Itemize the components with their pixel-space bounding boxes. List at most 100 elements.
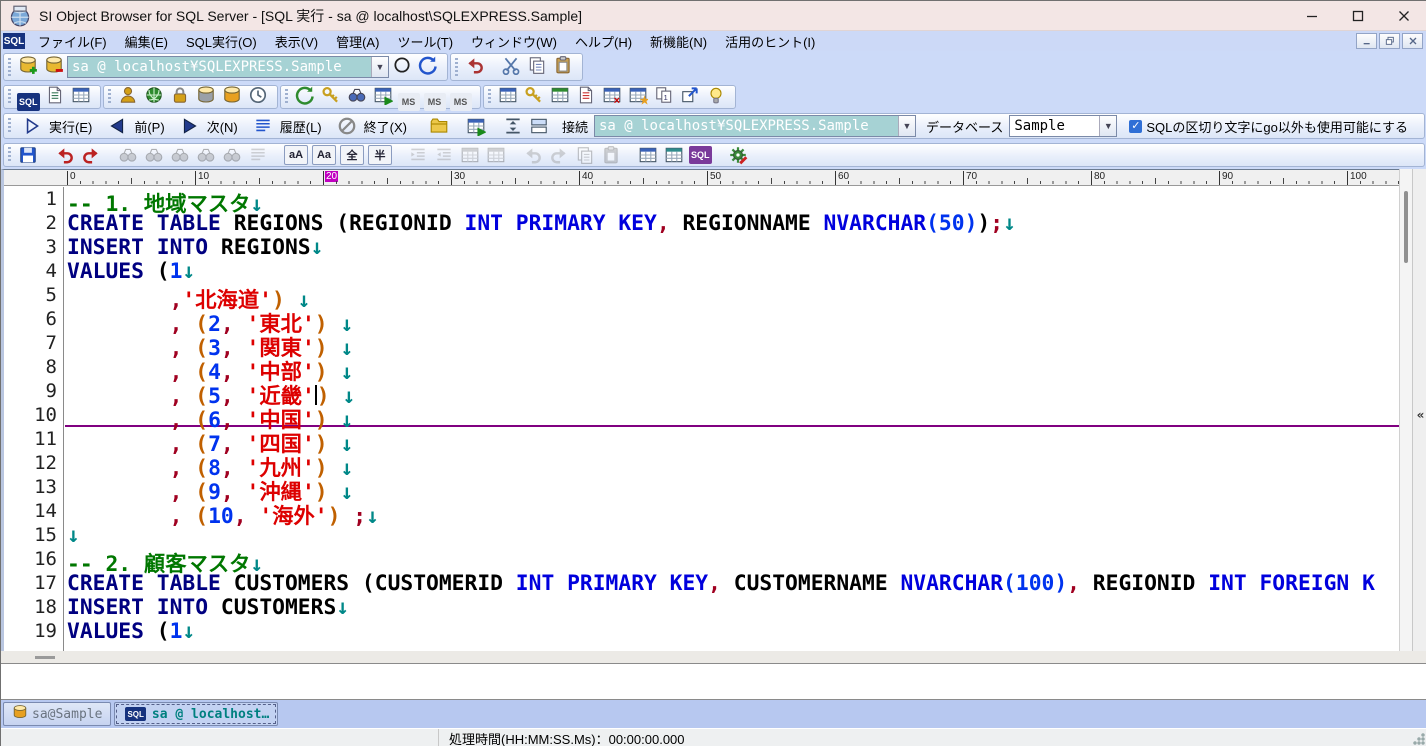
mdi-restore-button[interactable] (1379, 33, 1400, 49)
horizontal-splitter[interactable] (1, 651, 1426, 663)
tablespace-icon[interactable] (221, 84, 243, 106)
chevron-down-icon[interactable]: ▼ (1099, 116, 1116, 136)
next-button-icon[interactable] (179, 115, 201, 137)
user-management-icon[interactable] (117, 84, 139, 106)
history-button-icon[interactable] (252, 115, 274, 137)
ms-profiler-icon[interactable]: MS (450, 93, 472, 111)
to-zenkaku-button[interactable]: 全 (340, 145, 364, 165)
ms-query-analyzer-icon[interactable]: MS (398, 93, 420, 111)
minimize-button[interactable] (1289, 1, 1335, 31)
select-redo-icon[interactable] (548, 144, 570, 166)
shortcut-icon[interactable] (679, 84, 701, 106)
undo-icon[interactable] (54, 144, 76, 166)
sql-window-icon[interactable]: SQL (17, 93, 40, 111)
select-paste-icon[interactable] (600, 144, 622, 166)
execute-to-grid-icon[interactable]: ▶ (465, 115, 487, 137)
redo-icon[interactable] (80, 144, 102, 166)
resize-grip[interactable] (1412, 732, 1425, 745)
menu-item[interactable]: 新機能(N) (641, 33, 716, 52)
table-maintenance-icon[interactable] (549, 84, 571, 106)
chevron-down-icon[interactable]: ▼ (898, 116, 915, 136)
menu-item[interactable]: 管理(A) (327, 33, 388, 52)
connection-combobox[interactable]: sa @ localhost¥SQLEXPRESS.Sample ▼ (67, 56, 389, 78)
vertical-scrollbar[interactable] (1399, 169, 1412, 651)
data-display-icon[interactable] (497, 84, 519, 106)
find-prev-icon[interactable] (169, 144, 191, 166)
primary-key-icon[interactable] (523, 84, 545, 106)
table-drop-icon[interactable]: × (601, 84, 623, 106)
role-management-icon[interactable] (143, 84, 165, 106)
cut-icon[interactable] (500, 54, 522, 76)
split-window-icon[interactable] (528, 115, 550, 137)
to-uppercase-button[interactable]: aA (284, 145, 308, 165)
connect-database-icon[interactable] (17, 54, 39, 76)
session-combobox[interactable]: sa @ localhost¥SQLEXPRESS.Sample ▼ (594, 115, 916, 137)
database-combobox[interactable]: Sample ▼ (1009, 115, 1117, 137)
menu-item[interactable]: ウィンドウ(W) (462, 33, 566, 52)
copy-object-icon[interactable]: 1 (653, 84, 675, 106)
menu-item[interactable]: SQL実行(O) (177, 33, 266, 52)
delimiter-checkbox[interactable]: ✓ (1129, 120, 1142, 133)
paste-icon[interactable] (552, 54, 574, 76)
chevron-down-icon[interactable]: ▼ (371, 57, 388, 77)
end-button[interactable]: 終了(X) (330, 115, 415, 137)
undo-input-icon[interactable] (464, 54, 486, 76)
to-hankaku-button[interactable]: 半 (368, 145, 392, 165)
sql-format-icon[interactable] (637, 144, 659, 166)
menu-item[interactable]: ヘルプ(H) (566, 33, 641, 52)
reconnect-icon[interactable] (417, 54, 439, 76)
goto-line-icon[interactable] (247, 144, 269, 166)
object-list-window-icon[interactable] (70, 84, 92, 106)
script-window-icon[interactable] (44, 84, 66, 106)
table-transfer-icon[interactable]: ▶ (372, 84, 394, 106)
job-scheduler-icon[interactable] (247, 84, 269, 106)
window-tab-2[interactable]: SQLsa @ localhost… (114, 702, 278, 726)
editor-settings-icon[interactable] (727, 144, 749, 166)
menu-item[interactable]: 活用のヒント(I) (716, 33, 824, 52)
privilege-key-icon[interactable] (320, 84, 342, 106)
maximize-button[interactable] (1335, 1, 1381, 31)
uncomment-block-icon[interactable] (485, 144, 507, 166)
next-button[interactable]: 次(N) (173, 115, 246, 137)
unindent-icon[interactable] (433, 144, 455, 166)
menu-item[interactable]: ファイル(F) (29, 33, 116, 52)
find-selection-icon[interactable] (195, 144, 217, 166)
find-icon[interactable] (117, 144, 139, 166)
comment-block-icon[interactable] (459, 144, 481, 166)
stop-icon[interactable] (391, 54, 413, 76)
find-next-icon[interactable] (143, 144, 165, 166)
toolbar-grip[interactable] (488, 89, 491, 104)
menu-item[interactable]: 編集(E) (116, 33, 177, 52)
toolbar-grip[interactable] (455, 58, 458, 76)
hint-icon[interactable] (705, 84, 727, 106)
code-area[interactable]: -- 1. 地域マスタ↓CREATE TABLE REGIONS (REGION… (65, 187, 1399, 651)
toolbar-grip[interactable] (8, 89, 11, 104)
toolbar-grip[interactable] (8, 147, 11, 162)
sql-reference-icon[interactable]: SQL (689, 146, 712, 164)
table-analyze-icon[interactable]: ★ (627, 84, 649, 106)
mdi-system-menu-icon[interactable]: SQL (3, 33, 25, 49)
indent-icon[interactable] (407, 144, 429, 166)
select-undo-icon[interactable] (522, 144, 544, 166)
mdi-minimize-button[interactable] (1356, 33, 1377, 49)
open-file-icon[interactable] (428, 115, 450, 137)
end-button-icon[interactable] (336, 115, 358, 137)
disconnect-database-icon[interactable] (43, 54, 65, 76)
toolbar-grip[interactable] (108, 89, 111, 104)
select-copy-icon[interactable] (574, 144, 596, 166)
splitter-handle[interactable] (35, 656, 55, 659)
security-lock-icon[interactable] (169, 84, 191, 106)
fit-height-icon[interactable] (502, 115, 524, 137)
toolbar-grip[interactable] (285, 89, 288, 104)
window-tab-1[interactable]: sa@Sample (3, 702, 111, 726)
mdi-close-button[interactable] (1402, 33, 1423, 49)
ms-enterprise-manager-icon[interactable]: MS (424, 93, 446, 111)
sql-editor[interactable]: 0102030405060708090100 12345678910111213… (1, 169, 1399, 651)
menu-item[interactable]: 表示(V) (266, 33, 327, 52)
sql-search-icon[interactable] (346, 84, 368, 106)
prev-button[interactable]: 前(P) (100, 115, 172, 137)
scrollbar-thumb[interactable] (1404, 191, 1408, 263)
session-refresh-icon[interactable] (294, 84, 316, 106)
save-icon[interactable] (17, 144, 39, 166)
result-window-icon[interactable] (663, 144, 685, 166)
